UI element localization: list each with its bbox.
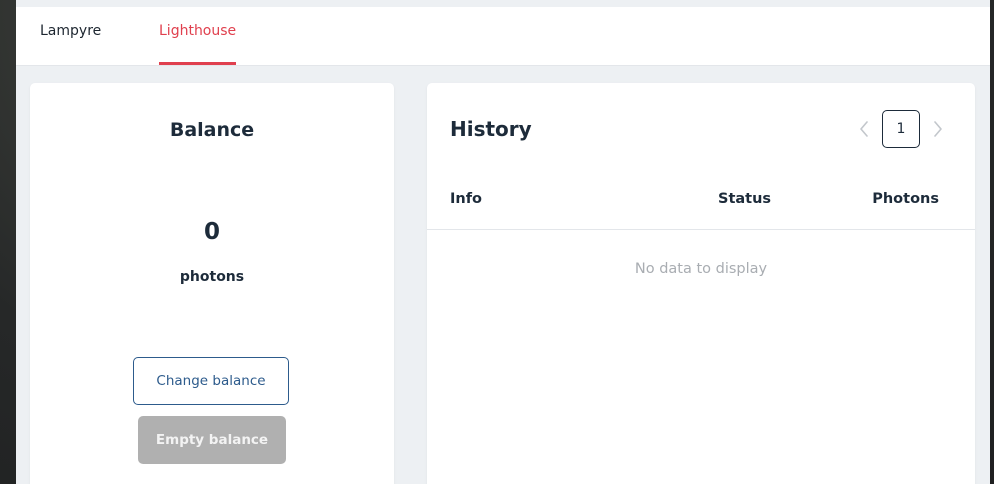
balance-card: Balance 0 photons Change balance Empty b… xyxy=(30,83,394,484)
balance-unit: photons xyxy=(179,269,245,285)
balance-title: Balance xyxy=(169,119,255,141)
tab-lighthouse[interactable]: Lighthouse xyxy=(159,23,237,65)
top-tab-bar: Lampyre Lighthouse xyxy=(16,7,990,66)
pagination: 1 xyxy=(853,110,949,148)
history-title: History xyxy=(450,117,532,141)
tab-lampyre[interactable]: Lampyre xyxy=(40,23,101,65)
history-card: History 1 Info Status Photons No data to… xyxy=(427,83,975,484)
change-balance-button[interactable]: Change balance xyxy=(133,357,289,405)
app-frame: Lampyre Lighthouse Balance 0 photons Cha… xyxy=(16,0,990,484)
pagination-current-page[interactable]: 1 xyxy=(882,110,920,148)
column-header-info[interactable]: Info xyxy=(450,191,482,207)
column-header-status[interactable]: Status xyxy=(718,191,771,207)
empty-state-message: No data to display xyxy=(634,261,768,277)
chevron-right-icon[interactable] xyxy=(927,118,949,140)
balance-value: 0 xyxy=(203,219,220,245)
column-header-photons[interactable]: Photons xyxy=(872,191,939,207)
empty-balance-button[interactable]: Empty balance xyxy=(138,416,286,464)
chevron-left-icon[interactable] xyxy=(853,118,875,140)
history-table-header: Info Status Photons xyxy=(427,181,975,230)
